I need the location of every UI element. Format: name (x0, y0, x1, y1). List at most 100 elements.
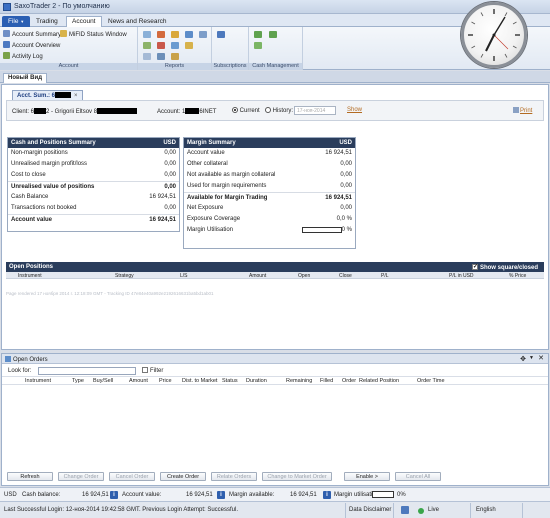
column-header[interactable]: Amount (249, 273, 266, 279)
cash-balance-value: 16 924,51 (82, 492, 109, 498)
divider (522, 503, 523, 518)
column-header[interactable]: % Price (509, 273, 526, 279)
column-header[interactable]: Buy/Sell (93, 378, 113, 384)
info-icon[interactable]: i (323, 491, 331, 499)
client-bar: Client: 62 - Grigorii Eltsov 8 Account: … (6, 100, 544, 121)
column-header[interactable]: P/L (381, 273, 389, 279)
divider (345, 503, 346, 518)
column-header[interactable]: Dist. to Market (182, 378, 217, 384)
column-header[interactable]: Instrument (25, 378, 51, 384)
account-summary-button[interactable]: Account Summary (3, 30, 61, 39)
report-icon[interactable] (185, 42, 193, 49)
table-row: Account value 16 924,51 (187, 150, 352, 156)
dropdown-icon[interactable]: ▼ (529, 355, 534, 361)
table-row: Transactions not booked 0,00 (11, 205, 176, 211)
report-icon[interactable] (157, 53, 165, 60)
cancel-order-button[interactable]: Cancel Order (109, 472, 155, 481)
report-icon[interactable] (171, 31, 179, 38)
show-link[interactable]: Show (347, 107, 362, 113)
cash-transfer-icon[interactable] (269, 31, 277, 38)
column-header[interactable]: Open (298, 273, 310, 279)
current-radio[interactable]: Current (232, 107, 260, 114)
report-icon[interactable] (171, 53, 179, 60)
view-tab[interactable]: Новый Вид (3, 73, 47, 83)
open-orders-icon (5, 356, 11, 362)
report-icon[interactable] (143, 31, 151, 38)
view-tab-strip: Новый Вид (0, 71, 550, 83)
change-order-button[interactable]: Change Order (58, 472, 104, 481)
cash-withdraw-icon[interactable] (254, 42, 262, 49)
report-icon[interactable] (199, 31, 207, 38)
column-header[interactable]: Strategy (115, 273, 134, 279)
column-header[interactable]: P/L in USD (449, 273, 474, 279)
filter-checkbox[interactable]: Filter (142, 367, 163, 374)
table-row: Unrealised value of positions 0,00 (8, 181, 179, 192)
info-icon[interactable]: i (110, 491, 118, 499)
refresh-button[interactable]: Refresh (7, 472, 53, 481)
cash-balance-label: Cash balance: (22, 492, 61, 498)
enable-button[interactable]: Enable > (344, 472, 390, 481)
column-header[interactable]: Filled (320, 378, 333, 384)
account-overview-button[interactable]: Account Overview (3, 41, 60, 50)
mifid-status-button[interactable]: MiFID Status Window (60, 30, 127, 39)
tab-file[interactable]: File ▼ (2, 16, 31, 27)
activity-log-icon (3, 52, 10, 59)
open-positions-columns: Instrument Strategy L/S Amount Open Clos… (6, 272, 544, 279)
open-orders-header: Open Orders ✥ ▼ ✕ (2, 354, 548, 364)
pin-icon[interactable]: ✥ (520, 355, 526, 363)
look-for-row: Look for: Filter (2, 364, 548, 377)
column-header[interactable]: Instrument (18, 273, 42, 279)
relate-orders-button[interactable]: Relate Orders (211, 472, 257, 481)
clock-icon (461, 2, 527, 68)
column-header[interactable]: Close (339, 273, 352, 279)
open-positions: Open Positions Show square/closed Instru… (6, 262, 544, 279)
create-order-button[interactable]: Create Order (160, 472, 206, 481)
tab-trading[interactable]: Trading (30, 16, 64, 27)
report-icon[interactable] (171, 42, 179, 49)
tab-account[interactable]: Account (66, 16, 102, 27)
close-icon[interactable]: ✕ (538, 354, 544, 362)
subscriptions-icon[interactable] (217, 31, 225, 38)
report-icon[interactable] (185, 31, 193, 38)
margin-summary-header: Margin Summary USD (184, 138, 355, 148)
cash-deposit-icon[interactable] (254, 31, 262, 38)
divider (470, 503, 471, 518)
print-link[interactable]: Print (513, 107, 532, 114)
report-icon[interactable] (157, 42, 165, 49)
report-icon[interactable] (157, 31, 165, 38)
change-to-market-order-button[interactable]: Change to Market Order (262, 472, 332, 481)
account-overview-icon (3, 41, 10, 48)
column-header[interactable]: Order Time (417, 378, 445, 384)
column-header[interactable]: L/S (180, 273, 188, 279)
report-icon[interactable] (143, 42, 151, 49)
column-header[interactable]: Related Position (359, 378, 399, 384)
report-icon[interactable] (143, 53, 151, 60)
column-header[interactable]: Order (342, 378, 356, 384)
cancel-all-button[interactable]: Cancel All (395, 472, 441, 481)
last-login-text: Last Successful Login: 12-ноя-2014 19:42… (4, 507, 239, 513)
ribbon-group-cash: Cash Management (249, 27, 303, 70)
client-label: Client: 62 - Grigorii Eltsov 8 (12, 108, 138, 115)
column-header[interactable]: Amount (129, 378, 148, 384)
show-closed-checkbox[interactable]: Show square/closed (471, 263, 538, 271)
column-header[interactable]: Price (159, 378, 172, 384)
column-header[interactable]: Duration (246, 378, 267, 384)
ribbon-group-label: Reports (138, 63, 211, 70)
history-date-input[interactable]: 17-ноя-2014 (294, 106, 336, 115)
table-row: Account value 16 924,51 (8, 214, 179, 225)
activity-log-button[interactable]: Activity Log (3, 52, 43, 61)
info-icon[interactable]: i (217, 491, 225, 499)
close-icon[interactable]: × (74, 93, 78, 99)
column-header[interactable]: Status (222, 378, 238, 384)
margin-utilisation-value: 0% (397, 492, 406, 498)
history-radio[interactable]: History: (265, 107, 293, 114)
tab-news-research[interactable]: News and Research (102, 16, 173, 27)
open-positions-header: Open Positions Show square/closed (6, 262, 544, 272)
column-header[interactable]: Remaining (286, 378, 312, 384)
data-disclaimer-link[interactable]: Data Disclaimer (349, 507, 391, 513)
account-summary-tab[interactable]: Acct. Sum.: 6 × (12, 90, 83, 100)
table-row: Net Exposure 0,00 (187, 205, 352, 211)
language-selector[interactable]: English (476, 507, 496, 513)
column-header[interactable]: Type (72, 378, 84, 384)
look-for-input[interactable] (38, 367, 136, 375)
